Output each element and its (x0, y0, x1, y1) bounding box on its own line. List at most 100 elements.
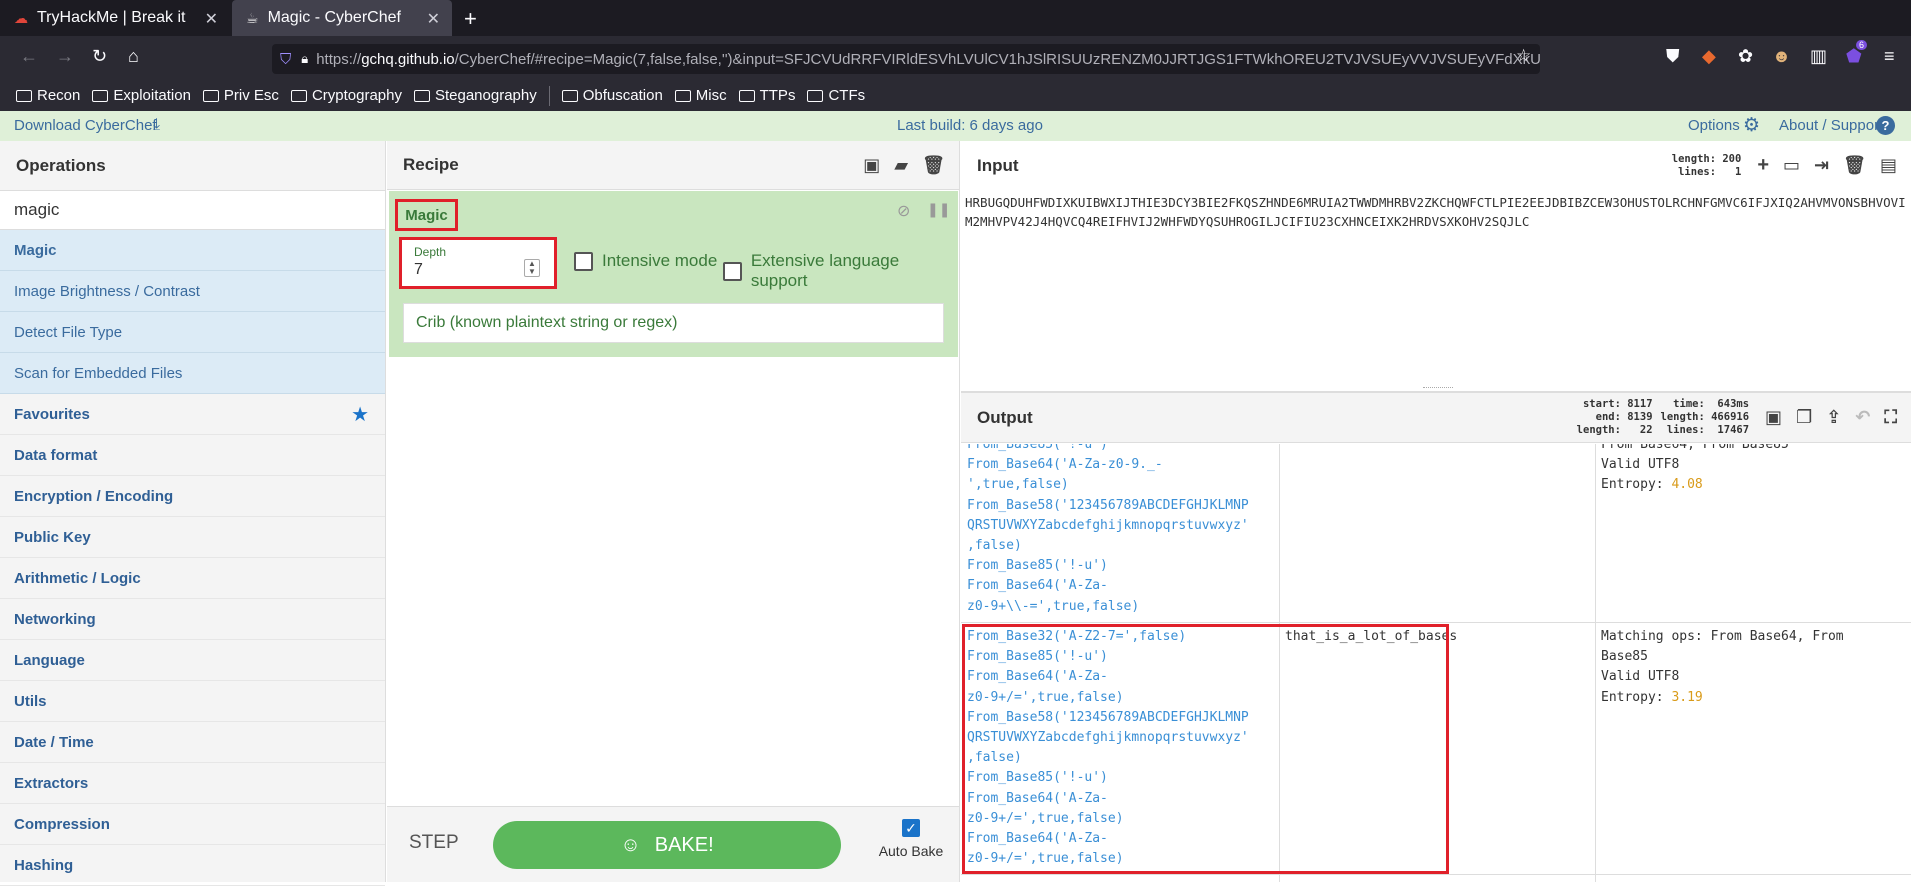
bookmark-ctfs[interactable]: CTFs (807, 87, 865, 104)
magic-op-title: Magic (395, 199, 458, 231)
extensive-language-checkbox[interactable]: Extensive language support (723, 251, 958, 291)
bookmark-priv-esc[interactable]: Priv Esc (202, 87, 279, 104)
category-hashing[interactable]: Hashing (0, 845, 385, 886)
options-link[interactable]: Options (1688, 117, 1740, 134)
extension-trash-icon[interactable]: ▥ (1810, 46, 1827, 67)
star-icon: ★ (351, 403, 369, 426)
op-detect-file-type[interactable]: Detect File Type (0, 312, 385, 353)
column-divider (1595, 444, 1596, 882)
url-bar[interactable]: ⛉ 🔒︎ https:// gchq.github.io /CyberChef/… (272, 44, 1540, 74)
url-domain: gchq.github.io (361, 50, 455, 68)
category-compression[interactable]: Compression (0, 804, 385, 845)
close-tab-icon[interactable]: ✕ (205, 9, 218, 29)
recipe-header: Recipe ▣ ▰ 🗑︎ (387, 141, 959, 190)
input-textarea[interactable]: HRBUGQDUHFWDIXKUIBWXIJTHIE3DCY3BIE2FKQSZ… (965, 193, 1909, 231)
depth-field[interactable]: Depth 7 ▲ ▼ (399, 237, 557, 289)
bookmark-obfuscation[interactable]: Obfuscation (561, 87, 663, 104)
entropy-value: 3.19 (1671, 689, 1703, 705)
category-networking[interactable]: Networking (0, 599, 385, 640)
category-language[interactable]: Language (0, 640, 385, 681)
extension-face-icon[interactable]: ☻ (1772, 46, 1791, 67)
folder-icon (290, 89, 307, 102)
lock-icon[interactable]: 🔒︎ (301, 51, 308, 67)
stepper-icon[interactable]: ▲ ▼ (524, 259, 540, 277)
input-header: Input length: 200 lines: 1 + ▭ ⇥ 🗑︎ ▤ (961, 141, 1911, 190)
resize-handle[interactable] (1423, 387, 1453, 391)
category-data-format[interactable]: Data format (0, 435, 385, 476)
disable-op-icon[interactable]: ⊘ (897, 201, 910, 221)
highlight-box (962, 624, 1449, 874)
bookmark-star-icon[interactable]: ☆ (1516, 46, 1531, 66)
extension-fox-icon[interactable]: ◆ (1702, 46, 1716, 67)
close-tab-icon[interactable]: ✕ (427, 9, 440, 29)
category-encryption-encoding[interactable]: Encryption / Encoding (0, 476, 385, 517)
undo-icon[interactable]: ↶ (1855, 407, 1870, 428)
bookmark-cryptography[interactable]: Cryptography (290, 87, 402, 104)
output-selection-meta: start: 8117 end: 8139 length: 22 (1576, 398, 1653, 436)
maximize-icon[interactable]: ⛶ (1884, 407, 1897, 428)
open-folder-icon[interactable]: ▭ (1783, 155, 1800, 176)
input-meta: length: 200 lines: 1 (1671, 152, 1742, 178)
bake-button[interactable]: ☺ BAKE! (493, 821, 841, 869)
folder-icon (16, 89, 32, 102)
add-tab-icon[interactable]: + (1757, 154, 1769, 177)
download-icon[interactable]: ⤓ (153, 116, 160, 134)
output-header: Output start: 8117 end: 8139 length: 22 … (961, 392, 1911, 443)
recipe-panel: Recipe ▣ ▰ 🗑︎ Magic ⊘ ❚❚ Depth 7 ▲ ▼ Inte… (387, 141, 960, 882)
menu-hamburger-icon[interactable]: ≡ (1884, 46, 1895, 67)
auto-bake-checkbox[interactable]: ✓ Auto Bake (872, 819, 950, 859)
op-image-brightness-contrast[interactable]: Image Brightness / Contrast (0, 271, 385, 312)
tab-cyberchef[interactable]: ☕ Magic - CyberChef ✕ (232, 0, 452, 36)
save-output-icon[interactable]: ▣ (1765, 407, 1782, 428)
gear-icon[interactable]: ⚙ (1743, 114, 1760, 137)
bookmark-ttps[interactable]: TTPs (738, 87, 795, 104)
copy-icon[interactable]: ❐ (1796, 407, 1812, 428)
pocket-icon[interactable]: ⛊ (1666, 46, 1680, 67)
folder-icon (674, 89, 691, 102)
tab-tryhackme[interactable]: ☁ TryHackMe | Break it ✕ (0, 0, 230, 36)
extension-cookie-icon[interactable]: ✿ (1738, 46, 1753, 67)
download-cyberchef-link[interactable]: Download CyberChef (14, 117, 157, 134)
reload-icon[interactable]: ↻ (92, 46, 107, 67)
about-support-link[interactable]: About / Support (1779, 117, 1883, 134)
bookmark-misc[interactable]: Misc (674, 87, 727, 104)
save-icon[interactable]: ▣ (863, 155, 880, 176)
category-public-key[interactable]: Public Key (0, 517, 385, 558)
clear-input-icon[interactable]: 🗑︎ (1843, 155, 1866, 176)
category-extractors[interactable]: Extractors (0, 763, 385, 804)
new-tab-button[interactable]: + (464, 6, 477, 32)
trash-icon[interactable]: 🗑︎ (922, 155, 945, 176)
category-arithmetic-logic[interactable]: Arithmetic / Logic (0, 558, 385, 599)
category-favourites[interactable]: Favourites ★ (0, 394, 385, 435)
bookmarks-bar: Recon Exploitation Priv Esc Cryptography… (0, 80, 1911, 111)
intensive-mode-checkbox[interactable]: Intensive mode (574, 251, 717, 271)
depth-value: 7 (414, 261, 423, 278)
cyberchef-favicon-icon: ☕ (246, 9, 259, 26)
row-divider (961, 874, 1911, 875)
pause-icon[interactable]: ❚❚ (927, 201, 950, 218)
operations-title: Operations (0, 141, 385, 190)
forward-arrow-icon[interactable]: → (56, 46, 74, 67)
op-magic[interactable]: Magic (0, 230, 385, 271)
magic-operation-block: Magic ⊘ ❚❚ Depth 7 ▲ ▼ Intensive mode Ext… (389, 191, 958, 357)
bookmark-exploitation[interactable]: Exploitation (92, 87, 191, 104)
operations-search-input[interactable]: magic (0, 190, 385, 230)
category-utils[interactable]: Utils (0, 681, 385, 722)
shield-icon[interactable]: ⛉ (280, 51, 291, 68)
bookmark-steganography[interactable]: Steganography (413, 87, 537, 104)
layout-icon[interactable]: ▤ (1880, 155, 1897, 176)
bookmark-recon[interactable]: Recon (16, 87, 80, 104)
step-button[interactable]: STEP (409, 832, 459, 854)
bake-bar: STEP ☺ BAKE! ✓ Auto Bake (387, 806, 959, 882)
category-date-time[interactable]: Date / Time (0, 722, 385, 763)
home-icon[interactable]: ⌂ (128, 46, 139, 67)
input-title: Input (977, 155, 1019, 175)
crib-input[interactable]: Crib (known plaintext string or regex) (403, 303, 944, 343)
load-file-icon[interactable]: ⇥ (1814, 155, 1829, 176)
back-arrow-icon[interactable]: ← (20, 46, 38, 67)
help-icon[interactable]: ? (1876, 116, 1895, 135)
op-scan-embedded-files[interactable]: Scan for Embedded Files (0, 353, 385, 394)
replace-input-icon[interactable]: ⇪ (1826, 407, 1841, 428)
folder-icon (807, 89, 824, 102)
folder-open-icon[interactable]: ▰ (894, 155, 908, 176)
